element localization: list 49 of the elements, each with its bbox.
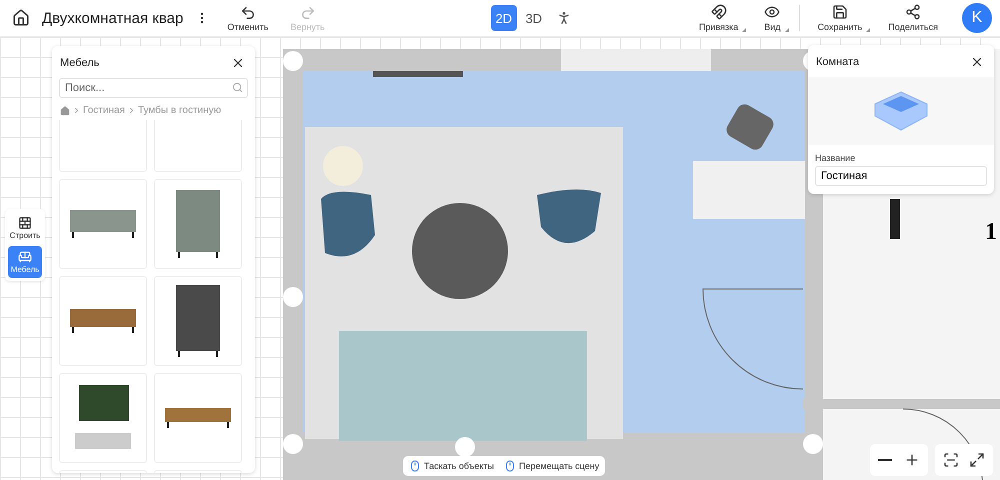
- cabinet-drawing: [174, 190, 222, 258]
- share-button[interactable]: Поделиться: [880, 4, 946, 32]
- search-icon: [232, 82, 243, 93]
- sofa-icon: [18, 250, 32, 264]
- fullscreen-icon: [969, 452, 985, 468]
- panel-title: Комната: [816, 56, 860, 68]
- close-icon: [970, 55, 984, 69]
- home-icon[interactable]: [60, 106, 70, 116]
- magnet-button[interactable]: Привязка: [690, 4, 746, 32]
- fit-view-icon: [943, 452, 959, 468]
- eye-icon: [764, 4, 780, 20]
- cabinet-drawing: [174, 285, 222, 357]
- field-label: Название: [814, 152, 856, 165]
- brick-wall-icon: [18, 216, 32, 230]
- furniture-tile[interactable]: [59, 373, 147, 463]
- panel-title: Мебель: [60, 57, 100, 69]
- magnet-icon: [710, 4, 727, 20]
- mouse-icon: [504, 460, 516, 472]
- name-field[interactable]: Гостиная: [815, 166, 987, 186]
- share-icon: [905, 4, 922, 20]
- room-box-icon: [873, 90, 929, 132]
- eye-button[interactable]: Вид: [756, 4, 789, 32]
- view-mode-button[interactable]: 3D: [520, 5, 547, 31]
- home-icon: [12, 9, 30, 27]
- redo-arrow-icon: [300, 4, 316, 20]
- save-button[interactable]: Сохранить: [810, 4, 870, 32]
- minus-icon: [878, 459, 892, 461]
- mouse-icon: [409, 460, 421, 472]
- rail-tab[interactable]: Мебель: [8, 246, 42, 278]
- mouse-hint: Таскать объекты: [409, 460, 494, 472]
- search-field[interactable]: Поиск...: [59, 78, 248, 98]
- undo-arrow-icon: [240, 4, 256, 20]
- furniture-tile[interactable]: [154, 179, 242, 269]
- furniture-tile[interactable]: [59, 179, 147, 269]
- undo-button[interactable]: Отменить: [221, 4, 274, 32]
- view-mode-button[interactable]: 2D: [490, 5, 517, 31]
- user-avatar[interactable]: K: [962, 3, 992, 33]
- furniture-tile[interactable]: [154, 373, 242, 463]
- plan-label: 1: [985, 219, 997, 245]
- project-title: Двухкомнатная квар: [42, 10, 184, 26]
- furniture-tile[interactable]: [59, 276, 147, 366]
- close-icon: [231, 56, 245, 70]
- furniture-tile[interactable]: [154, 276, 242, 366]
- cabinet-drawing: [68, 309, 138, 333]
- cabinet-drawing: [68, 210, 138, 238]
- chevron-icon: [72, 106, 81, 115]
- plus-icon: [904, 452, 920, 468]
- mouse-hint: Перемещать сцену: [504, 460, 600, 472]
- cabinet-drawing: [163, 408, 233, 428]
